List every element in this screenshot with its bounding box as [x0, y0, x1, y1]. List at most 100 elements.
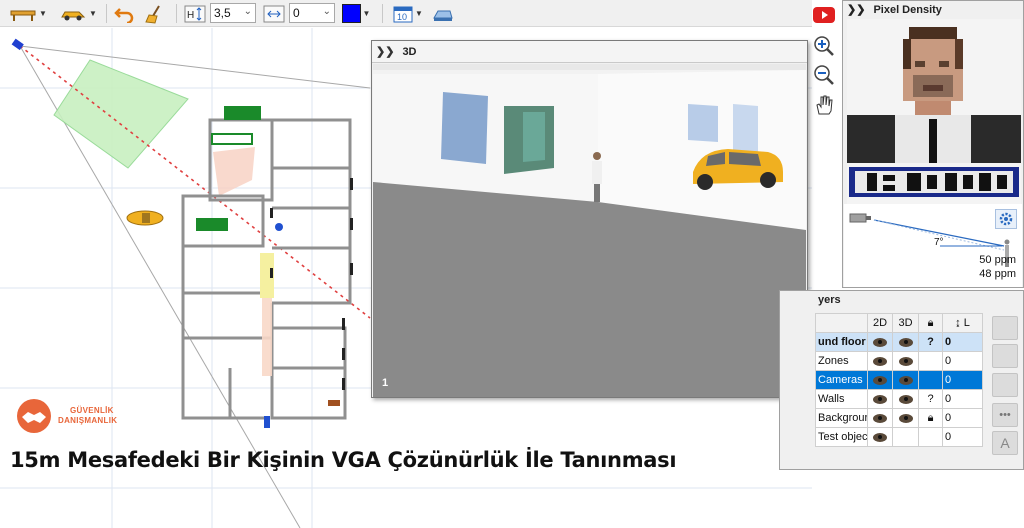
car-object[interactable]	[126, 210, 164, 226]
level-icon: ↨	[955, 317, 961, 329]
line-width-select[interactable]: 3,5 ⌄	[210, 3, 256, 23]
handshake-logo-icon	[17, 399, 51, 433]
car-icon	[61, 11, 86, 20]
clear-button[interactable]	[142, 3, 168, 24]
lock-state[interactable]: ?	[918, 332, 943, 352]
offset-icon	[263, 5, 285, 22]
settings-button[interactable]	[995, 209, 1017, 229]
ppm-bottom-value: 48 ppm	[979, 268, 1016, 280]
layers-panel: yers 2D 3D 🔒︎ ↨ L und floor ? 0 Zones 0 …	[779, 290, 1024, 470]
eye-icon[interactable]	[898, 413, 913, 423]
zoom-in-button[interactable]	[812, 34, 836, 58]
lock-icon: 🔒︎	[927, 411, 934, 424]
pixel-density-panel: ❯❯ Pixel Density 7° 50 ppm 48 ppm	[842, 0, 1024, 288]
height-icon: H	[184, 5, 206, 22]
layer-name: Test object	[815, 427, 868, 447]
layer-level: 0	[942, 332, 983, 352]
brand-logo: GÜVENLİK DANIŞMANLIK	[16, 398, 117, 434]
calendar-value: 10	[397, 12, 407, 22]
cctv-camera-icon	[849, 213, 871, 223]
plan-object[interactable]	[196, 218, 228, 231]
offset-select[interactable]: 0 ⌄	[289, 3, 335, 23]
3d-window-title: 3D	[402, 45, 417, 58]
color-picker[interactable]: ▼	[339, 3, 373, 24]
layer-level: 0	[942, 351, 983, 371]
col-lock: 🔒︎	[918, 313, 943, 333]
furniture-tool-button[interactable]: ▼	[6, 3, 50, 24]
camera-center-line	[19, 45, 371, 319]
lock-state[interactable]	[918, 351, 943, 371]
more-icon: •••	[999, 409, 1011, 421]
3d-scene[interactable]	[373, 64, 806, 397]
layer-name: und floor	[815, 332, 868, 352]
eye-icon[interactable]	[898, 356, 913, 366]
vehicle-tool-button[interactable]: ▼	[56, 3, 100, 24]
layers-header-row: 2D 3D 🔒︎ ↨ L	[815, 313, 983, 333]
eye-icon[interactable]	[898, 394, 913, 404]
more-button[interactable]: •••	[992, 403, 1018, 427]
eye-icon[interactable]	[873, 432, 887, 442]
col-3d: 3D	[892, 313, 919, 333]
eye-icon[interactable]	[873, 413, 887, 423]
pixel-density-title: Pixel Density	[873, 3, 942, 16]
youtube-button[interactable]	[812, 3, 836, 27]
layer-level: 0	[942, 427, 983, 447]
collapse-icon[interactable]: ❯❯	[376, 45, 394, 58]
eye-icon[interactable]	[873, 375, 887, 385]
printer-icon	[433, 10, 453, 21]
lock-state[interactable]	[918, 427, 943, 447]
layer-level: 0	[942, 408, 983, 428]
calendar-button[interactable]: 10 ▼	[389, 3, 427, 24]
eye-icon[interactable]	[898, 337, 913, 347]
zoom-out-icon	[814, 65, 834, 85]
layer-level: 0	[942, 370, 983, 390]
render-button[interactable]	[430, 3, 456, 24]
ppm-top-value: 50 ppm	[979, 254, 1016, 266]
color-swatch	[341, 4, 361, 23]
bench-icon	[10, 10, 36, 21]
offset-tool-button[interactable]	[262, 3, 286, 24]
line-width-value: 3,5	[214, 6, 231, 20]
eye-icon[interactable]	[873, 394, 887, 404]
brand-line2: DANIŞMANLIK	[58, 416, 118, 425]
layers-title: yers	[818, 294, 841, 306]
lock-state[interactable]	[918, 370, 943, 390]
chevron-down-icon: ▼	[39, 9, 47, 18]
rename-button[interactable]: A	[992, 431, 1018, 455]
lock-state[interactable]: ?	[918, 389, 943, 409]
layer-name: Walls	[815, 389, 868, 409]
eye-icon[interactable]	[898, 375, 913, 385]
height-tool-button[interactable]: H	[183, 3, 207, 24]
chevron-down-icon: ▼	[415, 9, 423, 18]
layer-row[interactable]: und floor ? 0	[815, 332, 983, 352]
layers-table: 2D 3D 🔒︎ ↨ L und floor ? 0 Zones 0 Camer	[815, 313, 983, 447]
chevron-down-icon: ▼	[89, 9, 97, 18]
layer-down-button[interactable]	[992, 344, 1018, 368]
col-2d: 2D	[867, 313, 893, 333]
layer-row[interactable]: Cameras 0	[815, 370, 983, 390]
calendar-icon: 10	[393, 6, 413, 23]
layer-row[interactable]: Zones 0	[815, 351, 983, 371]
3d-view-window[interactable]: ❯❯ 3D 1	[371, 40, 808, 398]
plan-object[interactable]	[224, 106, 261, 120]
person-marker[interactable]	[264, 416, 270, 428]
rename-label: A	[1000, 435, 1010, 451]
collapse-icon[interactable]: ❯❯	[847, 3, 865, 16]
app-window: ▼ ▼ H 3,5 ⌄ 0 ⌄ ▼ 10 ▼ ❯❯ 3D 1 ❯❯ Pixel …	[0, 0, 1024, 528]
camera-fov-zone[interactable]	[53, 59, 189, 169]
layer-row[interactable]: Test object 0	[815, 427, 983, 447]
layer-up-button[interactable]	[992, 316, 1018, 340]
toolbar: ▼ ▼ H 3,5 ⌄ 0 ⌄ ▼ 10 ▼	[0, 0, 812, 27]
eye-icon[interactable]	[873, 337, 887, 347]
zoom-in-icon	[814, 36, 834, 56]
zoom-out-button[interactable]	[812, 63, 836, 87]
pan-button[interactable]	[812, 93, 836, 117]
layer-row[interactable]: Backgrour 🔒︎ 0	[815, 408, 983, 428]
layer-add-button[interactable]	[992, 373, 1018, 397]
youtube-icon	[813, 7, 835, 23]
hand-icon	[816, 95, 833, 115]
lock-state[interactable]: 🔒︎	[918, 408, 943, 428]
layer-row[interactable]: Walls ? 0	[815, 389, 983, 409]
undo-button[interactable]	[112, 3, 138, 24]
eye-icon[interactable]	[873, 356, 887, 366]
